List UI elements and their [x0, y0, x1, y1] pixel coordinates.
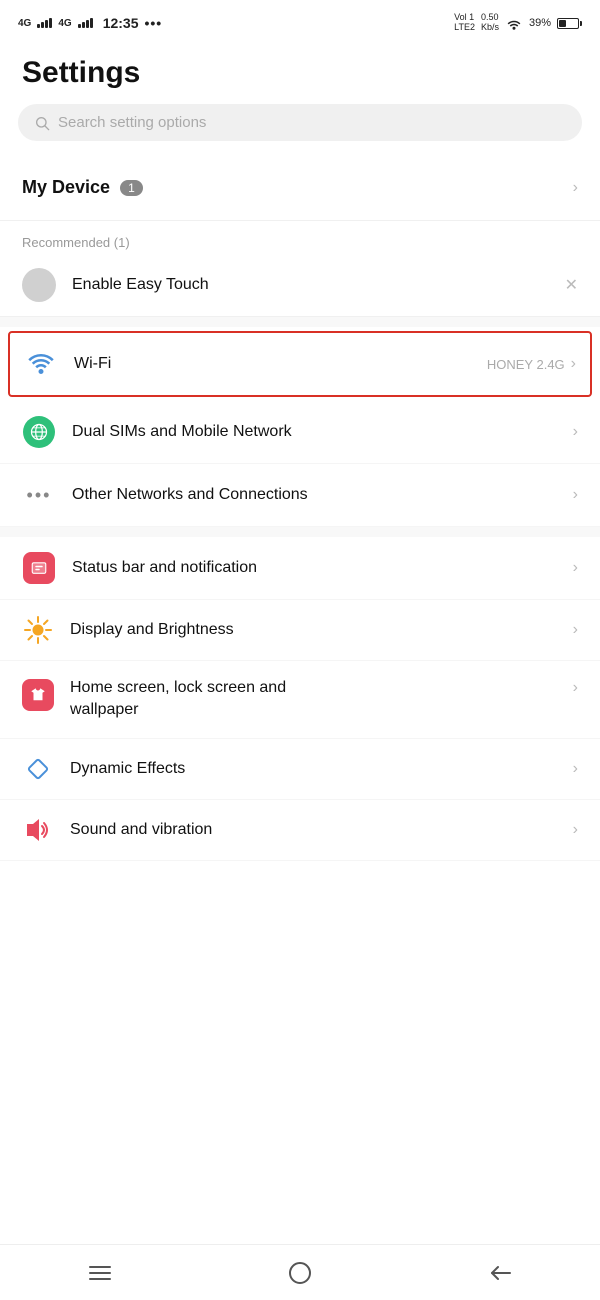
dual-sim-icon-wrap [22, 415, 56, 449]
my-device-badge: 1 [120, 180, 143, 196]
signal-1-label: 4G [18, 18, 31, 29]
vol-label: Vol 1LTE2 [454, 13, 475, 33]
home-screen-left: Home screen, lock screen andwallpaper [22, 677, 286, 722]
status-bar-chevron: › [573, 559, 578, 577]
wifi-value: HONEY 2.4G [487, 357, 565, 372]
search-placeholder: Search setting options [58, 114, 206, 131]
speed-label: 0.50Kb/s [481, 13, 499, 33]
home-screen-row[interactable]: Home screen, lock screen andwallpaper › [0, 661, 600, 739]
menu-icon [88, 1264, 112, 1282]
home-screen-chevron: › [573, 679, 578, 697]
nav-menu-button[interactable] [75, 1253, 125, 1293]
home-icon-wrap [22, 679, 54, 711]
search-bar[interactable]: Search setting options [18, 104, 582, 141]
dynamic-effects-label: Dynamic Effects [70, 760, 185, 778]
nav-home-button[interactable] [275, 1253, 325, 1293]
dual-sim-label: Dual SIMs and Mobile Network [72, 423, 292, 441]
globe-icon [23, 416, 55, 448]
sound-row-left: Sound and vibration [22, 814, 212, 846]
signal-2-label: 4G [58, 18, 71, 29]
wifi-row-right: HONEY 2.4G › [487, 355, 576, 373]
sound-label: Sound and vibration [70, 821, 212, 839]
battery-percent: 39% [529, 17, 551, 29]
sun-icon [23, 615, 53, 645]
header: Settings [0, 42, 600, 100]
wifi-icon [27, 353, 55, 375]
wifi-status-icon [505, 16, 523, 30]
other-networks-label: Other Networks and Connections [72, 486, 308, 504]
divider-1 [0, 317, 600, 327]
easy-touch-left: Enable Easy Touch [22, 268, 209, 302]
status-left: 4G 4G 12:35 ••• [18, 15, 162, 31]
my-device-label: My Device [22, 177, 110, 198]
display-label: Display and Brightness [70, 621, 234, 639]
wifi-row[interactable]: Wi-Fi HONEY 2.4G › [8, 331, 592, 397]
dual-sim-row[interactable]: Dual SIMs and Mobile Network › [0, 401, 600, 464]
three-dots-icon: ••• [27, 485, 52, 506]
home-nav-icon [288, 1261, 312, 1285]
status-bar-row[interactable]: Status bar and notification › [0, 537, 600, 600]
wifi-icon-wrap [24, 347, 58, 381]
display-row-left: Display and Brightness [22, 614, 234, 646]
signal-bars-2 [78, 18, 93, 28]
my-device-row[interactable]: My Device 1 › [0, 155, 600, 221]
diamond-icon [24, 755, 52, 783]
dual-sim-left: Dual SIMs and Mobile Network [22, 415, 292, 449]
display-chevron: › [573, 621, 578, 639]
page-title: Settings [22, 56, 140, 89]
easy-touch-row[interactable]: Enable Easy Touch ✕ [0, 254, 600, 317]
other-networks-icon-wrap: ••• [22, 478, 56, 512]
shirt-icon [29, 686, 47, 704]
signal-bars-1 [37, 18, 52, 28]
home-screen-label: Home screen, lock screen andwallpaper [70, 677, 286, 722]
status-bar-notification-label: Status bar and notification [72, 559, 257, 577]
sound-row[interactable]: Sound and vibration › [0, 800, 600, 861]
my-device-chevron: › [573, 179, 578, 197]
sound-icon-wrap [22, 814, 54, 846]
dynamic-effects-left: Dynamic Effects [22, 753, 185, 785]
wifi-chevron: › [571, 355, 576, 373]
status-bar-icon-wrap [22, 551, 56, 585]
status-dots: ••• [145, 15, 163, 31]
statusbar-icon [23, 552, 55, 584]
easy-touch-icon-wrap [22, 268, 56, 302]
divider-2 [0, 527, 600, 537]
easy-touch-circle-icon [22, 268, 56, 302]
diamond-icon-wrap [22, 753, 54, 785]
status-bar: 4G 4G 12:35 ••• Vol 1LTE2 0.50Kb/s 39% [0, 0, 600, 42]
my-device-left: My Device 1 [22, 177, 143, 198]
sun-icon-wrap [22, 614, 54, 646]
easy-touch-close-icon[interactable]: ✕ [565, 275, 578, 295]
other-networks-row[interactable]: ••• Other Networks and Connections › [0, 464, 600, 527]
nav-back-button[interactable] [475, 1253, 525, 1293]
dual-sim-chevron: › [573, 423, 578, 441]
dynamic-effects-chevron: › [573, 760, 578, 778]
easy-touch-label: Enable Easy Touch [72, 276, 209, 294]
bottom-nav [0, 1244, 600, 1300]
sound-chevron: › [573, 821, 578, 839]
status-right: Vol 1LTE2 0.50Kb/s 39% [454, 13, 582, 33]
wifi-label: Wi-Fi [74, 355, 111, 373]
status-bar-row-left: Status bar and notification [22, 551, 257, 585]
battery-icon [557, 18, 582, 29]
wifi-row-left: Wi-Fi [24, 347, 111, 381]
back-icon [488, 1264, 512, 1282]
display-row[interactable]: Display and Brightness › [0, 600, 600, 661]
search-icon [34, 115, 50, 131]
status-time: 12:35 [103, 15, 139, 31]
other-networks-left: ••• Other Networks and Connections [22, 478, 308, 512]
other-networks-chevron: › [573, 486, 578, 504]
dynamic-effects-row[interactable]: Dynamic Effects › [0, 739, 600, 800]
sound-icon [23, 816, 53, 844]
recommended-section-label: Recommended (1) [0, 221, 600, 254]
